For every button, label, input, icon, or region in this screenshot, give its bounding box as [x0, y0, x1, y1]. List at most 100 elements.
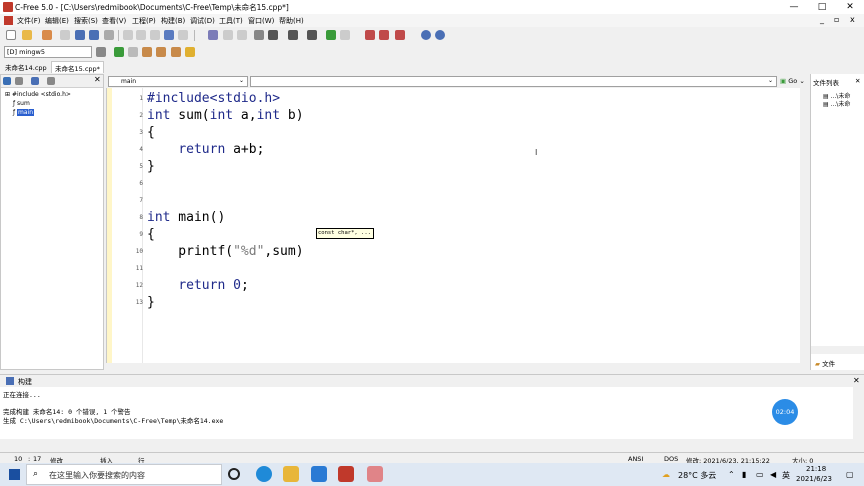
compile-tool-icon[interactable] — [379, 30, 389, 40]
taskbar-search-box[interactable]: ⌕ 在这里输入你要搜索的内容 — [26, 464, 222, 485]
maximize-button[interactable]: □ — [808, 0, 836, 14]
notification-icon[interactable]: ▢ — [846, 470, 854, 479]
volume-icon[interactable]: ◀ — [770, 470, 776, 479]
bookmark-add-icon[interactable] — [326, 30, 336, 40]
goto-icon[interactable] — [254, 30, 264, 40]
cfree-taskbar-icon[interactable] — [338, 466, 354, 482]
title-bar: C-Free 5.0 - [C:\Users\redmibook\Documen… — [0, 0, 864, 14]
rebuild-icon[interactable] — [171, 47, 181, 57]
build-output[interactable]: 正在连接... 完成构建 未命名14: 0 个错误, 1 个警告 生成 C:\U… — [0, 387, 853, 439]
mdi-restore-button[interactable]: ▫ — [834, 15, 839, 24]
menu-edit[interactable]: 编辑(E) — [45, 16, 69, 26]
microphone-icon[interactable]: ▮ — [742, 470, 746, 479]
tree-item-sum[interactable]: ƒ sum — [13, 100, 30, 107]
save-icon[interactable] — [75, 30, 85, 40]
debug-icon[interactable] — [185, 47, 195, 57]
ime-indicator[interactable]: 英 — [782, 470, 790, 481]
run-icon[interactable] — [114, 47, 124, 57]
go-button[interactable]: ▣ Go ⌄ — [780, 76, 808, 87]
code-editor[interactable]: 1 #include<stdio.h> 2 int sum(int a,int b) 3… — [106, 88, 808, 363]
find-next-icon[interactable] — [223, 30, 233, 40]
print-icon[interactable] — [104, 30, 114, 40]
menu-debug[interactable]: 调试(D) — [190, 16, 215, 26]
clock-date[interactable]: 2021/6/23 — [796, 475, 832, 483]
file-list-item[interactable]: ▤ ...\未命 — [823, 99, 850, 108]
edge-icon[interactable] — [256, 466, 272, 482]
open-project-icon[interactable] — [42, 30, 52, 40]
compiler-settings-icon[interactable] — [96, 47, 106, 57]
tab-file-14[interactable]: 未命名14.cpp — [2, 61, 50, 73]
compile-icon[interactable] — [142, 47, 152, 57]
class-view-icon[interactable] — [31, 77, 39, 85]
close-panel-icon[interactable]: ✕ — [853, 376, 860, 385]
mdi-minimize-button[interactable]: _ — [820, 15, 824, 24]
file-list-scrollbar[interactable] — [811, 346, 864, 354]
paste-icon[interactable] — [150, 30, 160, 40]
compiler-select[interactable]: [D] mingw5 — [4, 46, 92, 58]
new-file-icon[interactable] — [6, 30, 16, 40]
comment-icon[interactable] — [307, 30, 317, 40]
redo-icon[interactable] — [178, 30, 188, 40]
file-explorer-icon[interactable] — [283, 466, 299, 482]
tree-item-label: #include <stdio.h> — [11, 91, 71, 98]
close-button[interactable]: ✕ — [836, 0, 864, 14]
chevron-down-icon[interactable]: ⌄ — [768, 77, 773, 84]
help-icon[interactable] — [421, 30, 431, 40]
tree-item-main[interactable]: ƒ main — [13, 109, 35, 116]
replace-icon[interactable] — [237, 30, 247, 40]
recording-timer-badge[interactable]: 02:04 — [772, 399, 798, 425]
menu-help[interactable]: 帮助(H) — [279, 16, 304, 26]
build-tool-icon[interactable] — [365, 30, 375, 40]
find-icon[interactable] — [208, 30, 218, 40]
menu-tools[interactable]: 工具(T) — [219, 16, 243, 26]
editor-horizontal-scrollbar[interactable] — [106, 363, 808, 370]
copy-icon[interactable] — [136, 30, 146, 40]
text-cursor-icon: I — [535, 148, 538, 157]
tree-item-include[interactable]: ⊞ #include <stdio.h> — [5, 91, 71, 98]
minimize-button[interactable]: — — [780, 0, 808, 14]
options-icon[interactable] — [395, 30, 405, 40]
mdi-close-button[interactable]: x — [850, 15, 855, 24]
menu-build[interactable]: 构建(B) — [161, 16, 185, 26]
outdent-icon[interactable] — [288, 30, 298, 40]
cut-icon[interactable] — [123, 30, 133, 40]
function-select[interactable] — [250, 76, 777, 87]
indent-icon[interactable] — [268, 30, 278, 40]
cortana-icon[interactable] — [228, 468, 240, 480]
build-vertical-scrollbar[interactable] — [853, 387, 864, 439]
close-panel-icon[interactable]: ✕ — [94, 75, 101, 84]
close-file-icon[interactable] — [60, 30, 70, 40]
mail-icon[interactable] — [311, 466, 327, 482]
menu-search[interactable]: 搜索(S) — [74, 16, 98, 26]
open-folder-icon[interactable] — [22, 30, 32, 40]
chevron-down-icon[interactable]: ⌄ — [239, 77, 244, 84]
line-number: 8 — [139, 214, 143, 221]
filter-icon[interactable] — [15, 77, 23, 85]
scope-select[interactable]: main — [108, 76, 248, 87]
tray-chevron-icon[interactable]: ⌃ — [728, 470, 735, 479]
tab-file-15[interactable]: 未命名15.cpp* — [51, 61, 104, 73]
close-panel-icon[interactable]: ✕ — [855, 77, 860, 85]
build-horizontal-scrollbar[interactable] — [0, 439, 864, 450]
build-icon[interactable] — [156, 47, 166, 57]
file-view-icon[interactable] — [47, 77, 55, 85]
sort-icon[interactable] — [3, 77, 11, 85]
windows-start-icon[interactable] — [9, 469, 20, 480]
menu-window[interactable]: 窗口(W) — [248, 16, 274, 26]
bookmark-next-icon[interactable] — [340, 30, 350, 40]
snipping-tool-icon[interactable] — [367, 466, 383, 482]
file-list-footer[interactable]: ▰ 文件 — [815, 358, 835, 368]
stop-icon[interactable] — [128, 47, 138, 57]
menu-project[interactable]: 工程(P) — [132, 16, 156, 26]
info-icon[interactable] — [435, 30, 445, 40]
window-title: C-Free 5.0 - [C:\Users\redmibook\Documen… — [15, 3, 289, 12]
clock-time[interactable]: 21:18 — [806, 465, 826, 473]
menu-view[interactable]: 查看(V) — [102, 16, 126, 26]
menu-file[interactable]: 文件(F) — [17, 16, 41, 26]
editor-vertical-scrollbar[interactable] — [800, 88, 808, 363]
weather-text[interactable]: 28°C 多云 — [678, 470, 716, 481]
doc-icon — [4, 16, 13, 25]
undo-icon[interactable] — [164, 30, 174, 40]
save-all-icon[interactable] — [89, 30, 99, 40]
battery-icon[interactable]: ▭ — [756, 470, 764, 479]
